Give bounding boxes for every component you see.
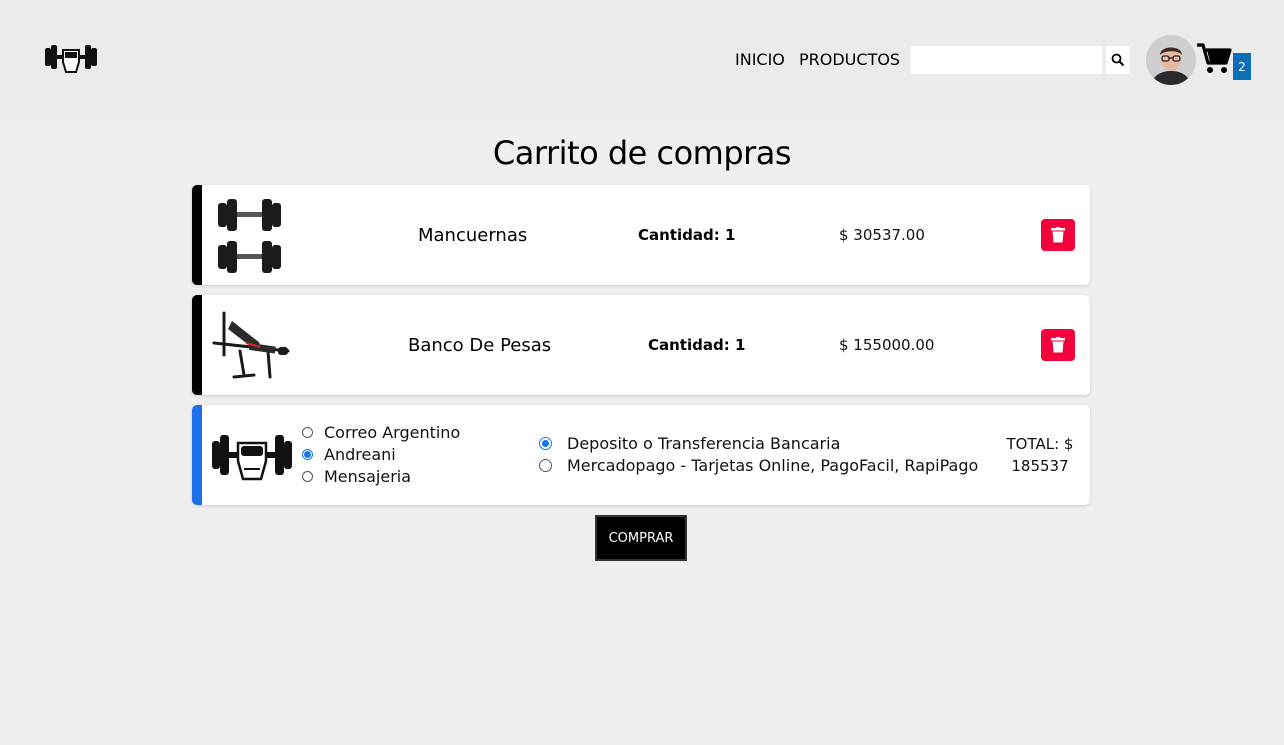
cart-item: Banco De Pesas Cantidad: 1 $ 155000.00 <box>192 295 1090 395</box>
nav-inicio-link[interactable]: INICIO <box>735 50 785 69</box>
payment-radio[interactable] <box>539 437 552 450</box>
user-avatar[interactable] <box>1146 35 1196 85</box>
total-label: TOTAL: $ <box>1006 435 1074 453</box>
shipping-radio[interactable] <box>302 427 313 438</box>
product-price: $ 30537.00 <box>839 226 925 244</box>
shipping-option-andreani[interactable]: Andreani <box>302 445 396 464</box>
weight-bench-image <box>210 307 292 383</box>
card-stripe <box>192 405 202 505</box>
product-name: Banco De Pesas <box>408 335 552 356</box>
shipping-option-label: Andreani <box>324 445 396 464</box>
order-total: TOTAL: $ 185537 <box>992 433 1088 477</box>
product-price: $ 155000.00 <box>839 336 935 354</box>
payment-option-mercadopago[interactable]: Mercadopago - Tarjetas Online, PagoFacil… <box>539 456 978 475</box>
search-bar <box>910 46 1131 74</box>
payment-option-label: Deposito o Transferencia Bancaria <box>567 434 841 453</box>
shipping-option-correo[interactable]: Correo Argentino <box>302 423 460 442</box>
payment-radio[interactable] <box>539 459 552 472</box>
shipping-option-label: Mensajeria <box>324 467 412 486</box>
total-value: 185537 <box>1011 457 1069 475</box>
product-quantity: Cantidad: 1 <box>648 336 746 354</box>
card-stripe <box>192 295 202 395</box>
search-button[interactable] <box>1106 46 1130 74</box>
nav-productos-link[interactable]: PRODUCTOS <box>799 50 900 69</box>
gym-logo[interactable] <box>43 40 99 74</box>
shipping-radio[interactable] <box>302 471 313 482</box>
page-title: Carrito de compras <box>492 134 792 172</box>
product-quantity: Cantidad: 1 <box>638 226 736 244</box>
shipping-option-mensajeria[interactable]: Mensajeria <box>302 467 411 486</box>
search-input[interactable] <box>910 46 1102 74</box>
product-name: Mancuernas <box>418 225 528 246</box>
delete-item-button[interactable] <box>1041 329 1075 361</box>
payment-option-transferencia[interactable]: Deposito o Transferencia Bancaria <box>539 434 840 453</box>
dumbbells-image <box>214 193 290 277</box>
cart-count-badge: 2 <box>1233 53 1251 80</box>
card-stripe <box>192 185 202 285</box>
header: INICIO PRODUCTOS 2 <box>0 0 1284 121</box>
trash-icon <box>1051 337 1065 353</box>
cart-item: Mancuernas Cantidad: 1 $ 30537.00 <box>192 185 1090 285</box>
shopping-cart-icon[interactable] <box>1196 42 1232 76</box>
checkout-summary: Correo Argentino Andreani Mensajeria Dep… <box>192 405 1090 505</box>
search-icon <box>1111 53 1125 67</box>
payment-option-label: Mercadopago - Tarjetas Online, PagoFacil… <box>567 456 979 475</box>
shipping-radio[interactable] <box>302 449 313 460</box>
gym-logo-image <box>210 429 294 481</box>
shipping-option-label: Correo Argentino <box>324 423 461 442</box>
trash-icon <box>1051 227 1065 243</box>
buy-button[interactable]: COMPRAR <box>595 515 687 561</box>
delete-item-button[interactable] <box>1041 219 1075 251</box>
